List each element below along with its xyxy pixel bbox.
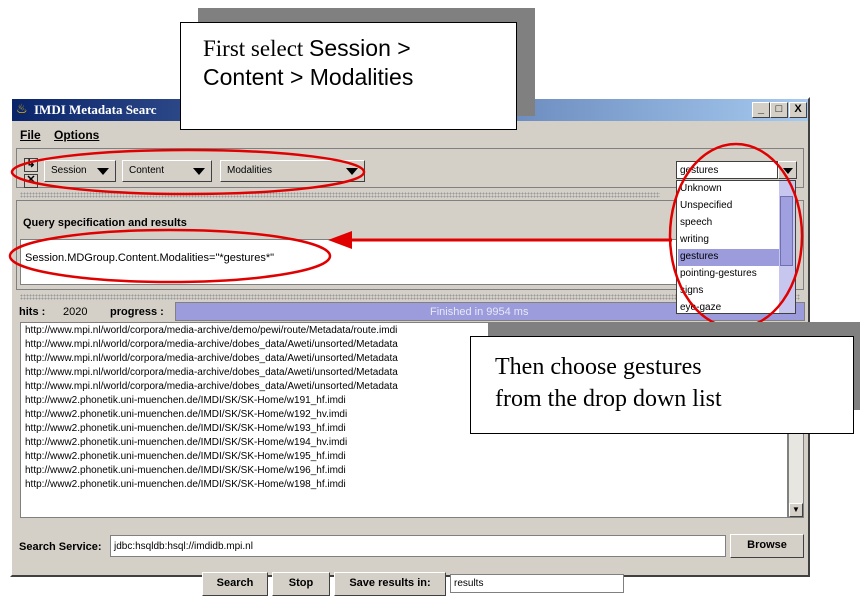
- callout-first-step: First select Session > Content > Modalit…: [180, 22, 517, 130]
- callout-then-line1: Then choose gestures: [495, 354, 702, 380]
- callout-first-line2: Content > Modalities: [203, 64, 414, 90]
- callout-then-line2: from the drop down list: [495, 386, 722, 412]
- callout-first-text-b: Session >: [309, 35, 411, 61]
- annotation-ellipse-query-text: [8, 228, 332, 284]
- annotation-ellipse-query-row: [10, 148, 366, 196]
- callout-second-step: Then choose gestures from the drop down …: [470, 336, 854, 434]
- annotation-arrowhead: [328, 231, 352, 249]
- callout-first-text-a: First select: [203, 36, 310, 61]
- annotation-ellipse-dropdown: [668, 142, 804, 330]
